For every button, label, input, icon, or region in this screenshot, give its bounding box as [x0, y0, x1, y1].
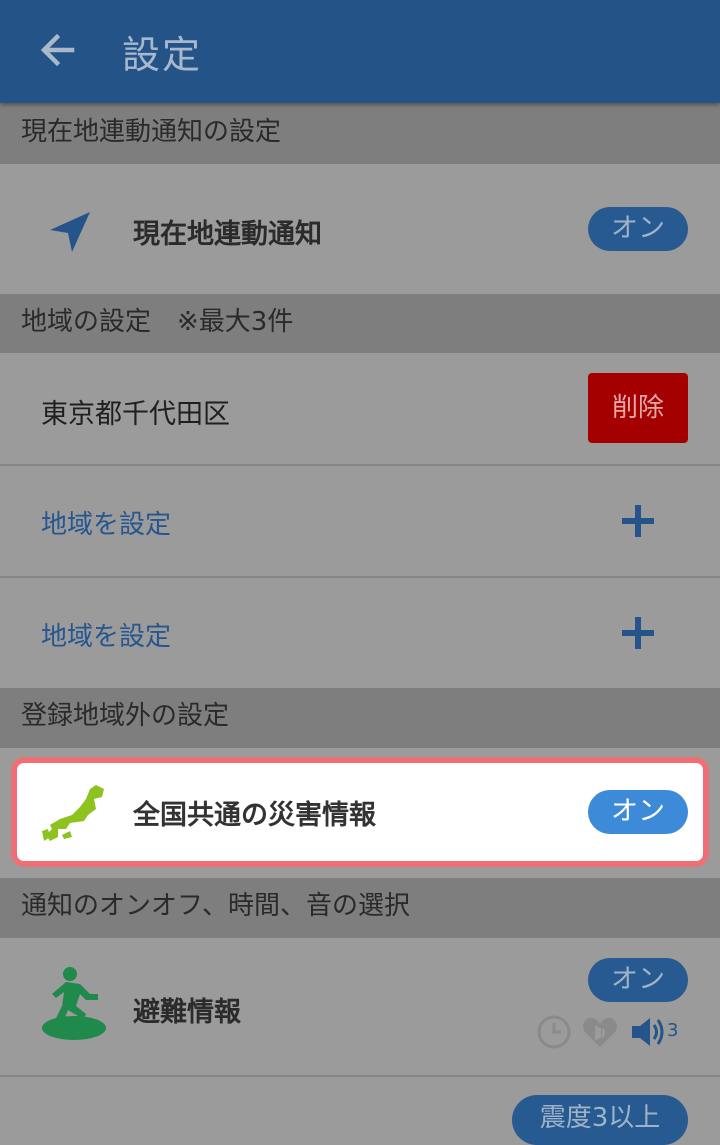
plus-icon[interactable] — [620, 615, 656, 651]
section-header-location: 現在地連動通知の設定 — [0, 103, 720, 164]
nationwide-disaster-row: 全国共通の災害情報 オン — [12, 758, 708, 866]
add-region-row[interactable]: 地域を設定 — [0, 578, 720, 688]
intensity-badge[interactable]: 震度3以上 — [512, 1095, 688, 1145]
next-row: 震度3以上 — [0, 1077, 720, 1145]
add-region-row[interactable]: 地域を設定 — [0, 466, 720, 576]
navigation-arrow-icon — [50, 212, 90, 252]
app-bar: 設定 — [0, 0, 720, 103]
nationwide-disaster-toggle[interactable]: オン — [588, 790, 688, 834]
plus-icon[interactable] — [620, 503, 656, 539]
section-header-regions: 地域の設定 ※最大3件 — [0, 294, 720, 353]
region-label: 東京都千代田区 — [41, 399, 230, 430]
evacuation-toggle[interactable]: オン — [588, 958, 688, 1002]
page-title: 設定 — [122, 33, 203, 77]
add-region-link[interactable]: 地域を設定 — [41, 616, 171, 653]
clock-icon[interactable] — [536, 1014, 572, 1050]
speaker-icon[interactable] — [630, 1015, 666, 1049]
nationwide-disaster-label: 全国共通の災害情報 — [133, 800, 376, 831]
arrow-left-icon[interactable] — [36, 28, 80, 72]
vibration-heart-icon[interactable] — [582, 1015, 618, 1049]
region-row: 東京都千代田区 削除 — [0, 353, 720, 464]
location-notification-label: 現在地連動通知 — [133, 219, 322, 250]
add-region-link[interactable]: 地域を設定 — [41, 504, 171, 541]
evacuation-label: 避難情報 — [133, 997, 241, 1028]
evacuation-row: 避難情報 オン 3 — [0, 938, 720, 1075]
delete-region-button[interactable]: 削除 — [588, 373, 688, 443]
location-notification-row: 現在地連動通知 オン — [0, 164, 720, 294]
evacuation-icon — [42, 967, 106, 1040]
location-notification-toggle[interactable]: オン — [588, 207, 688, 251]
japan-map-icon — [42, 785, 104, 841]
sound-level: 3 — [667, 1020, 679, 1041]
section-header-notifications: 通知のオンオフ、時間、音の選択 — [0, 878, 720, 938]
section-header-outside: 登録地域外の設定 — [0, 688, 720, 748]
